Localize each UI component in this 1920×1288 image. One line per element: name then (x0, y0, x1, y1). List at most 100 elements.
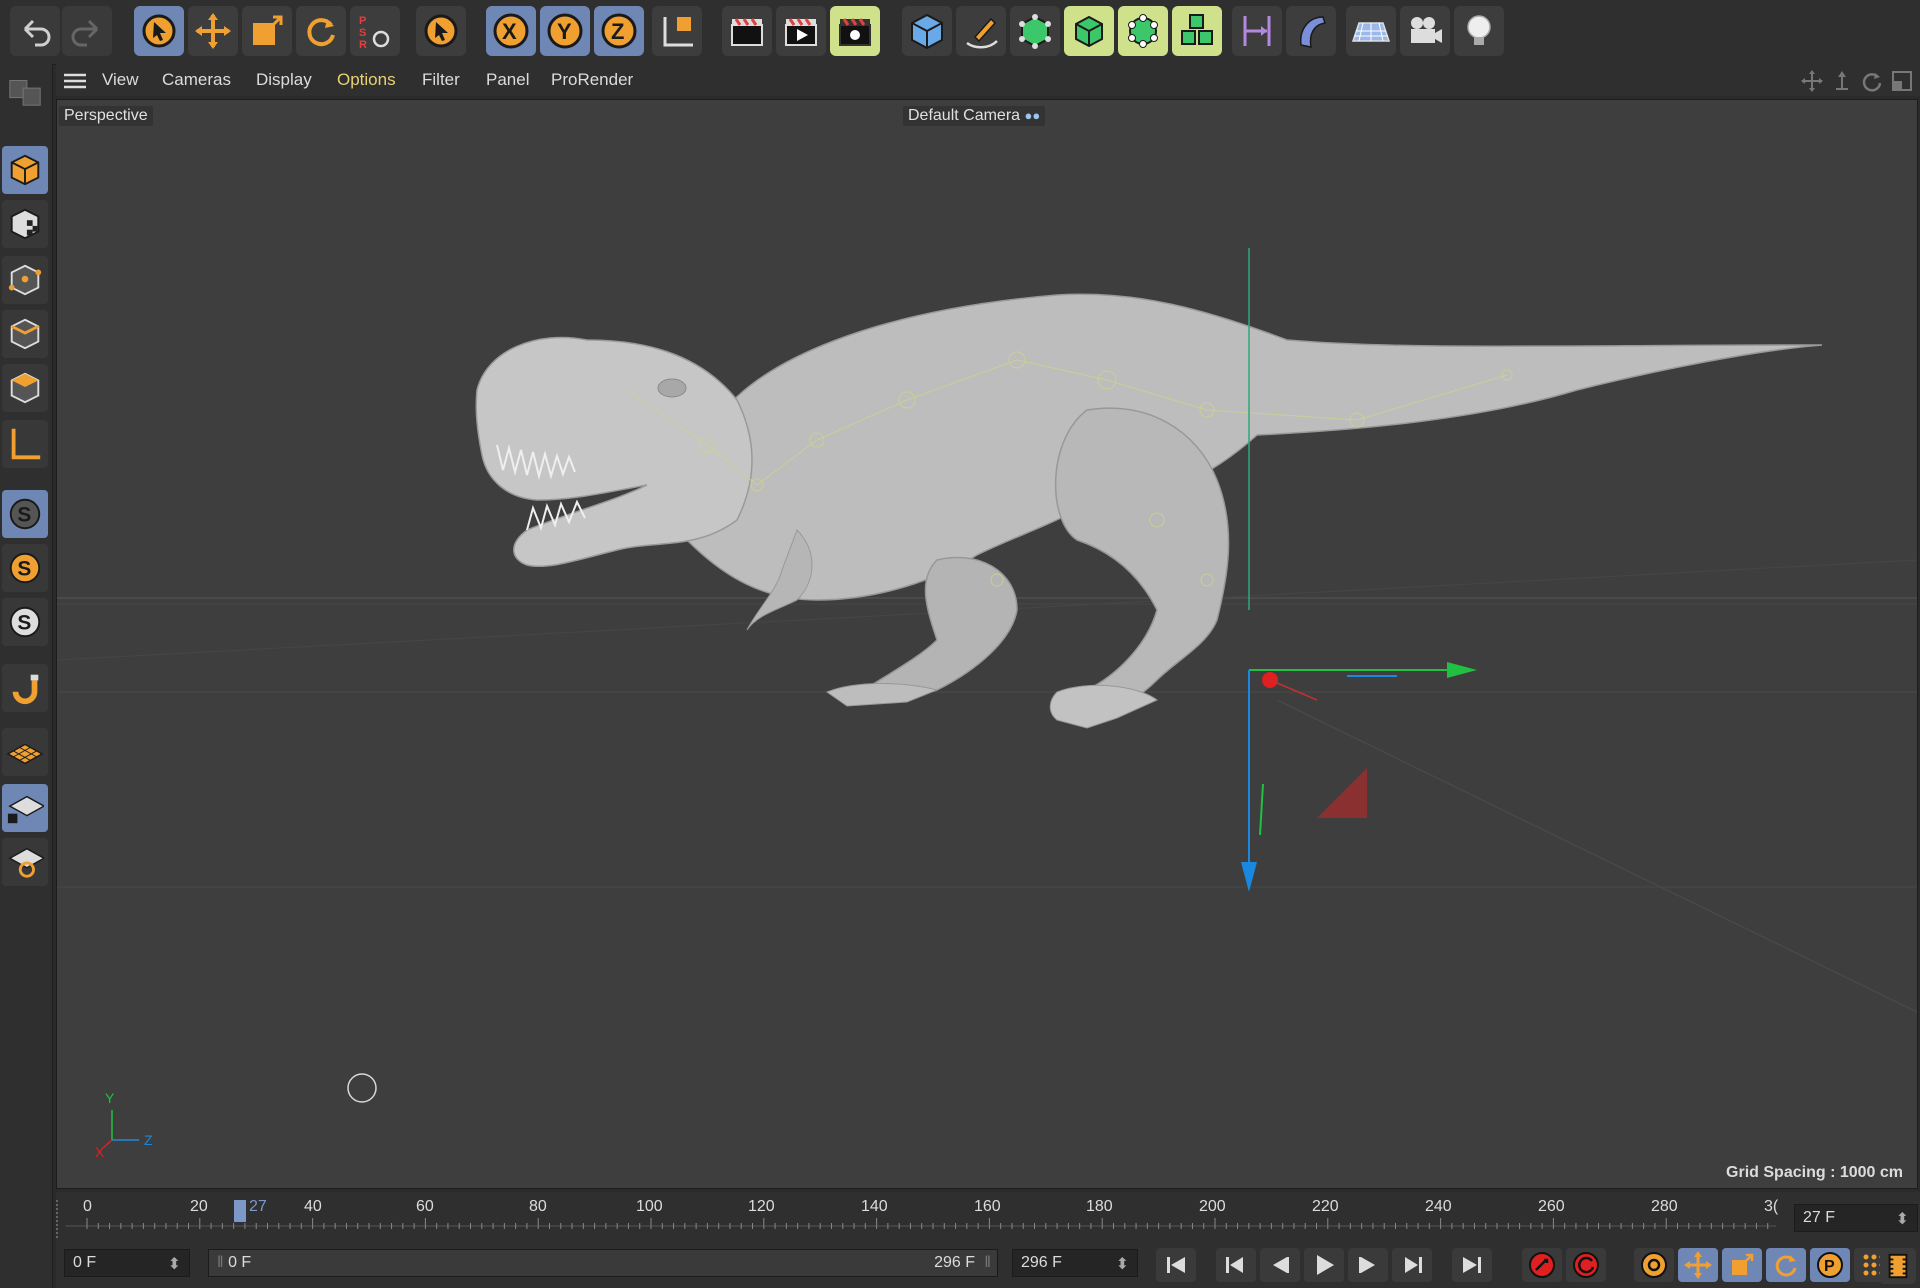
floor-icon (1351, 22, 1391, 42)
rotate-tool-button[interactable] (296, 6, 346, 56)
array-button[interactable] (1064, 6, 1114, 56)
workplane-button[interactable] (2, 728, 48, 776)
parameter-key-button[interactable]: P (1810, 1248, 1850, 1282)
maximize-view-icon[interactable] (1890, 69, 1914, 98)
workplane-snap-button[interactable]: S (2, 544, 48, 592)
model-mode-button[interactable] (2, 146, 48, 194)
next-frame-button[interactable] (1348, 1248, 1388, 1282)
rotate-view-icon[interactable] (1860, 69, 1884, 98)
undo-icon (23, 19, 51, 47)
current-frame-field[interactable]: 27 F ⬍ (1794, 1204, 1918, 1232)
playhead-marker[interactable] (234, 1200, 246, 1222)
menu-panel[interactable]: Panel (486, 70, 529, 90)
x-axis-lock-button[interactable]: X (486, 6, 536, 56)
timeline-ruler[interactable]: 0 20 40 60 80 100 120 140 160 180 200 22… (56, 1192, 1920, 1244)
timeline-tick-label: 3( (1764, 1198, 1779, 1215)
hamburger-menu-icon[interactable] (64, 73, 86, 94)
floor-button[interactable] (1346, 6, 1396, 56)
snap-button[interactable]: S (2, 490, 48, 538)
previous-frame-icon (1273, 1257, 1289, 1273)
previous-key-button[interactable] (1216, 1248, 1256, 1282)
zoom-view-icon[interactable] (1830, 69, 1854, 98)
gizmo-xz-plane-handle[interactable] (1317, 768, 1367, 818)
record-active-objects-button[interactable] (1522, 1248, 1562, 1282)
play-button[interactable] (1304, 1248, 1344, 1282)
autokeying-button[interactable] (1566, 1248, 1606, 1282)
y-axis-lock-button[interactable]: Y (540, 6, 590, 56)
snap-orange-icon: S (9, 552, 41, 584)
render-settings-button[interactable] (830, 6, 880, 56)
live-selection-button[interactable] (134, 6, 184, 56)
svg-text:P: P (359, 15, 366, 27)
axis-mode-button[interactable] (2, 420, 48, 468)
subdivision-surface-button[interactable] (1010, 6, 1060, 56)
points-mode-button[interactable] (2, 256, 48, 304)
go-to-end-button[interactable] (1452, 1248, 1492, 1282)
pen-spline-button[interactable] (956, 6, 1006, 56)
cloner-cubes-button[interactable] (1172, 6, 1222, 56)
timeline-tick-label: 180 (1086, 1198, 1113, 1215)
timeline-tick-label: 40 (304, 1198, 322, 1215)
menu-view[interactable]: View (102, 70, 139, 90)
render-to-picture-viewer-button[interactable] (776, 6, 826, 56)
texture-mode-button[interactable] (2, 200, 48, 248)
move-icon (1684, 1251, 1712, 1279)
redo-button[interactable] (62, 6, 112, 56)
position-key-button[interactable] (1678, 1248, 1718, 1282)
edges-mode-button[interactable] (2, 310, 48, 358)
light-button[interactable] (1454, 6, 1504, 56)
render-view-button[interactable] (722, 6, 772, 56)
align-workplane-button[interactable] (2, 838, 48, 886)
preview-start-field[interactable]: 0 F ⬍ (64, 1249, 190, 1277)
menu-prorender[interactable]: ProRender (551, 70, 633, 90)
trex-model[interactable] (475, 293, 1823, 729)
scale-key-button[interactable] (1722, 1248, 1762, 1282)
deformer-button[interactable] (1232, 6, 1282, 56)
preview-end-field[interactable]: 296 F ⬍ (1012, 1249, 1138, 1277)
gizmo-yz-handle[interactable] (1259, 783, 1264, 836)
menu-display[interactable]: Display (256, 70, 312, 90)
snap-icon: S (9, 498, 41, 530)
make-editable-button[interactable] (2, 66, 48, 114)
rotation-key-button[interactable] (1766, 1248, 1806, 1282)
mograph-cloner-button[interactable] (1118, 6, 1168, 56)
z-axis-lock-button[interactable]: Z (594, 6, 644, 56)
cube-object-button[interactable] (902, 6, 952, 56)
camera-button[interactable] (1400, 6, 1450, 56)
undo-button[interactable] (10, 6, 60, 56)
quantize-button[interactable]: S (2, 598, 48, 646)
timeline-tick-label: 100 (636, 1198, 663, 1215)
z-axis-label: Z (144, 1132, 153, 1148)
psr-button[interactable]: PSR (350, 6, 400, 56)
menu-filter[interactable]: Filter (422, 70, 460, 90)
lock-workplane-button[interactable] (2, 784, 48, 832)
recent-tool-button[interactable] (416, 6, 466, 56)
keyframe-selection-button[interactable] (1634, 1248, 1674, 1282)
timeline-window-button[interactable] (1880, 1248, 1916, 1284)
scale-tool-button[interactable] (242, 6, 292, 56)
polygons-mode-button[interactable] (2, 364, 48, 412)
timeline-tick-label: 260 (1538, 1198, 1565, 1215)
cubes-icon (1181, 14, 1213, 45)
perspective-viewport[interactable]: Perspective Default Camera ●● Y Z X Grid… (56, 99, 1918, 1189)
bend-deformer-button[interactable] (1286, 6, 1336, 56)
next-key-button[interactable] (1392, 1248, 1432, 1282)
coordinate-system-button[interactable] (652, 6, 702, 56)
timeline-tick-label: 280 (1651, 1198, 1678, 1215)
timeline-tick-label: 240 (1425, 1198, 1452, 1215)
scene-canvas[interactable]: Y Z X (57, 100, 1917, 1188)
tweak-mode-button[interactable] (2, 664, 48, 712)
menu-cameras[interactable]: Cameras (162, 70, 231, 90)
go-to-start-button[interactable] (1156, 1248, 1196, 1282)
range-grip-left-icon: ‖ (217, 1254, 224, 1271)
menu-options[interactable]: Options (337, 70, 396, 90)
next-key-icon (1405, 1257, 1422, 1273)
redo-icon (71, 19, 99, 47)
previous-frame-button[interactable] (1260, 1248, 1300, 1282)
move-tool-button[interactable] (188, 6, 238, 56)
lightbulb-icon (1467, 15, 1491, 45)
record-key-icon (1529, 1252, 1555, 1278)
gizmo-y-arrow[interactable] (1447, 662, 1477, 678)
pan-view-icon[interactable] (1800, 69, 1824, 98)
range-slider[interactable]: ‖ 0 F 296 F ‖ (208, 1249, 998, 1277)
